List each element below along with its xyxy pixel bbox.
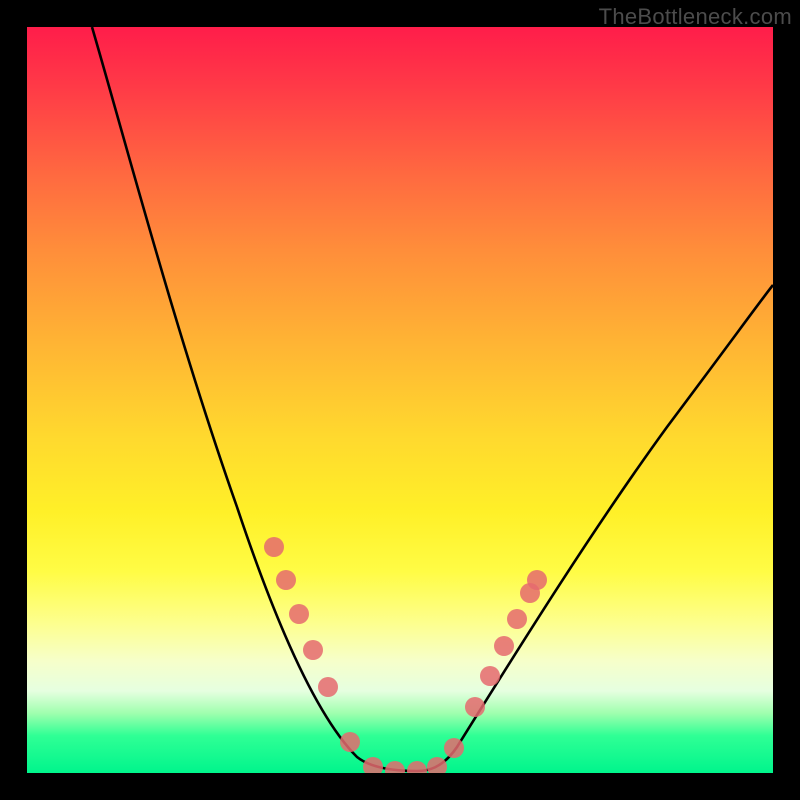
marker-dot	[363, 757, 383, 773]
marker-dot	[444, 738, 464, 758]
marker-group	[264, 537, 547, 773]
marker-dot	[407, 761, 427, 773]
chart-svg	[27, 27, 773, 773]
marker-dot	[507, 609, 527, 629]
marker-dot	[340, 732, 360, 752]
chart-line	[92, 27, 773, 771]
marker-dot	[276, 570, 296, 590]
marker-dot	[318, 677, 338, 697]
marker-dot	[289, 604, 309, 624]
chart-frame	[27, 27, 773, 773]
marker-dot	[480, 666, 500, 686]
bottleneck-curve	[92, 27, 773, 771]
marker-dot	[527, 570, 547, 590]
watermark-text: TheBottleneck.com	[599, 4, 792, 30]
marker-dot	[303, 640, 323, 660]
marker-dot	[465, 697, 485, 717]
marker-dot	[264, 537, 284, 557]
marker-dot	[385, 761, 405, 773]
marker-dot	[427, 757, 447, 773]
marker-dot	[494, 636, 514, 656]
